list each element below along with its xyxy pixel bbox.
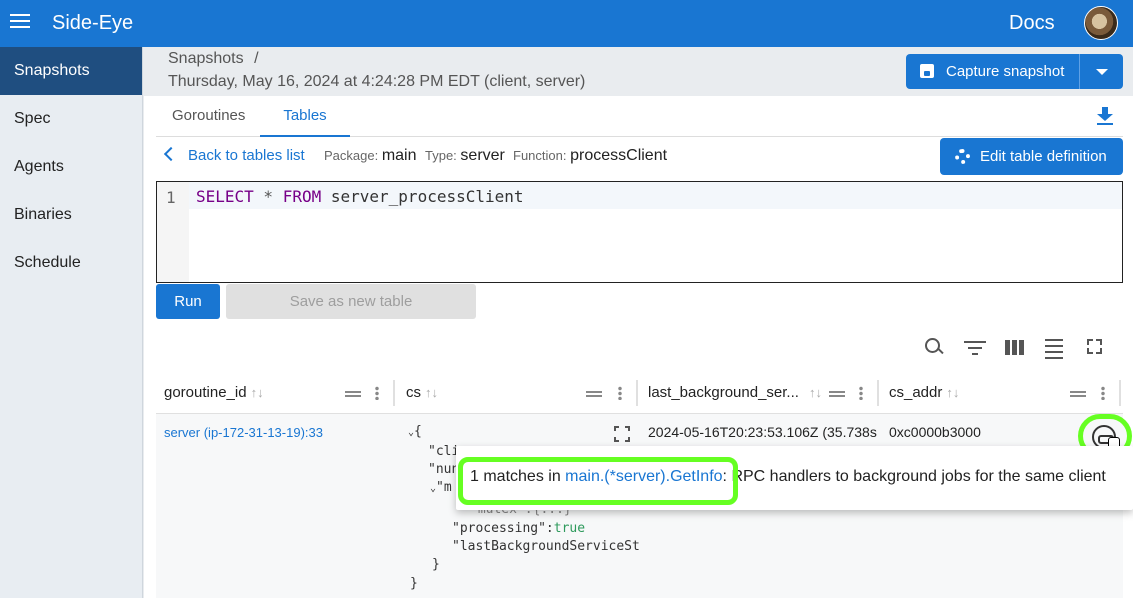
type-value: server	[460, 147, 505, 164]
function-label: Function:	[513, 148, 567, 163]
avatar[interactable]	[1084, 6, 1118, 40]
json-key: "cli	[428, 444, 460, 459]
breadcrumb-separator: /	[254, 50, 259, 67]
column-label: last_background_ser...	[648, 384, 799, 401]
package-meta: Package: main	[324, 147, 417, 165]
column-menu-icon[interactable]	[375, 386, 379, 400]
drag-handle-icon[interactable]	[586, 391, 602, 397]
column-menu-icon[interactable]	[859, 386, 863, 400]
breadcrumb: Snapshots /	[168, 50, 259, 68]
edit-table-definition-label: Edit table definition	[980, 148, 1107, 165]
expand-icon[interactable]	[614, 426, 630, 442]
sql-keyword-select: SELECT	[196, 187, 254, 206]
run-button[interactable]: Run	[156, 284, 220, 319]
drag-handle-icon[interactable]	[1070, 391, 1086, 397]
json-brace: }	[410, 576, 418, 591]
column-header-last-background-service[interactable]: last_background_ser... ↑↓	[648, 372, 822, 414]
json-key-text: "m	[436, 480, 452, 495]
column-separator[interactable]	[1119, 380, 1121, 406]
drag-handle-icon[interactable]	[345, 391, 361, 397]
package-label: Package:	[324, 148, 379, 163]
sidebar-item-binaries[interactable]: Binaries	[0, 191, 142, 239]
capture-options-dropdown[interactable]	[1080, 54, 1123, 89]
json-brace: {	[414, 424, 422, 439]
sql-table-name: server_processClient	[321, 187, 524, 206]
sort-icon[interactable]: ↑↓	[809, 385, 822, 400]
json-value: true	[553, 521, 586, 536]
column-header-cs-addr[interactable]: cs_addr ↑↓	[889, 372, 959, 414]
goroutine-link[interactable]: server (ip-172-31-13-19):33	[164, 425, 323, 440]
type-meta: Type: server	[425, 147, 505, 165]
sidebar-item-spec[interactable]: Spec	[0, 95, 142, 143]
columns-icon[interactable]	[1004, 337, 1026, 357]
json-toggle[interactable]: ⌄{	[408, 424, 422, 439]
json-brace: }	[432, 557, 440, 572]
sql-editor[interactable]: 1 SELECT * FROM server_processClient	[156, 181, 1123, 283]
breadcrumb-snapshots[interactable]: Snapshots	[168, 50, 244, 67]
edit-table-definition-button[interactable]: Edit table definition	[940, 138, 1123, 175]
json-processing: "processing":true	[452, 521, 585, 536]
save-icon	[920, 64, 934, 78]
sidebar-item-snapshots[interactable]: Snapshots	[0, 47, 142, 95]
table-header: goroutine_id ↑↓ cs ↑↓ last_background_ser.…	[156, 372, 1123, 414]
drag-handle-icon[interactable]	[829, 391, 845, 397]
function-value: processClient	[570, 147, 668, 164]
popover-suffix: : RPC handlers to background jobs for th…	[722, 468, 1106, 485]
capture-snapshot-label: Capture snapshot	[946, 63, 1065, 80]
column-separator[interactable]	[877, 380, 879, 406]
density-icon[interactable]	[1044, 337, 1066, 359]
line-number: 1	[166, 188, 176, 207]
type-label: Type:	[425, 148, 457, 163]
json-colon: :	[545, 521, 554, 536]
gear-icon	[955, 149, 970, 164]
editor-gutter: 1	[157, 182, 189, 282]
capture-snapshot-split-button: Capture snapshot	[906, 54, 1123, 89]
sort-icon[interactable]: ↑↓	[946, 385, 959, 400]
sort-icon[interactable]: ↑↓	[251, 385, 264, 400]
menu-icon[interactable]	[10, 14, 30, 32]
column-label: cs_addr	[889, 384, 943, 401]
page-title: Thursday, May 16, 2024 at 4:24:28 PM EDT…	[168, 73, 586, 90]
column-header-cs[interactable]: cs ↑↓	[406, 372, 438, 414]
search-icon[interactable]	[924, 337, 946, 357]
function-meta: Function: processClient	[513, 147, 667, 165]
column-separator[interactable]	[636, 380, 638, 406]
sort-icon[interactable]: ↑↓	[425, 385, 438, 400]
app-title[interactable]: Side-Eye	[52, 12, 133, 35]
sidebar-item-agents[interactable]: Agents	[0, 143, 142, 191]
fullscreen-icon[interactable]	[1086, 337, 1108, 357]
column-header-goroutine-id[interactable]: goroutine_id ↑↓	[164, 372, 264, 414]
back-to-tables-link[interactable]: Back to tables list	[188, 147, 305, 164]
json-key: "processing"	[452, 521, 546, 536]
filter-icon[interactable]	[964, 337, 986, 357]
column-separator[interactable]	[393, 380, 395, 406]
download-icon[interactable]	[1096, 107, 1114, 127]
sidebar: Snapshots Spec Agents Binaries Schedule	[0, 47, 143, 598]
sql-keyword-from: FROM	[282, 187, 322, 206]
json-key[interactable]: ⌄"m	[430, 480, 452, 495]
editor-line[interactable]: SELECT * FROM server_processClient	[189, 182, 1122, 209]
tab-goroutines[interactable]: Goroutines	[172, 96, 245, 137]
cs-addr-cell: 0xc0000b3000	[889, 424, 981, 440]
sidebar-item-schedule[interactable]: Schedule	[0, 239, 142, 287]
package-value: main	[381, 147, 417, 164]
capture-snapshot-button[interactable]: Capture snapshot	[906, 54, 1079, 89]
sql-star: *	[253, 187, 283, 206]
column-label: cs	[406, 384, 421, 401]
column-menu-icon[interactable]	[618, 386, 622, 400]
highlight-outline	[458, 457, 738, 505]
save-as-new-table-button: Save as new table	[226, 284, 476, 319]
json-key: "lastBackgroundServiceSt	[452, 539, 640, 554]
tab-tables[interactable]: Tables	[260, 96, 350, 137]
json-key: "nun	[428, 462, 460, 477]
column-menu-icon[interactable]	[1101, 386, 1105, 400]
tab-bar: Goroutines Tables	[156, 96, 1123, 137]
app-bar: Side-Eye Docs	[0, 0, 1133, 47]
docs-link[interactable]: Docs	[1009, 12, 1055, 35]
last-background-cell: 2024-05-16T20:23:53.106Z (35.738s	[648, 424, 877, 440]
column-label: goroutine_id	[164, 384, 247, 401]
